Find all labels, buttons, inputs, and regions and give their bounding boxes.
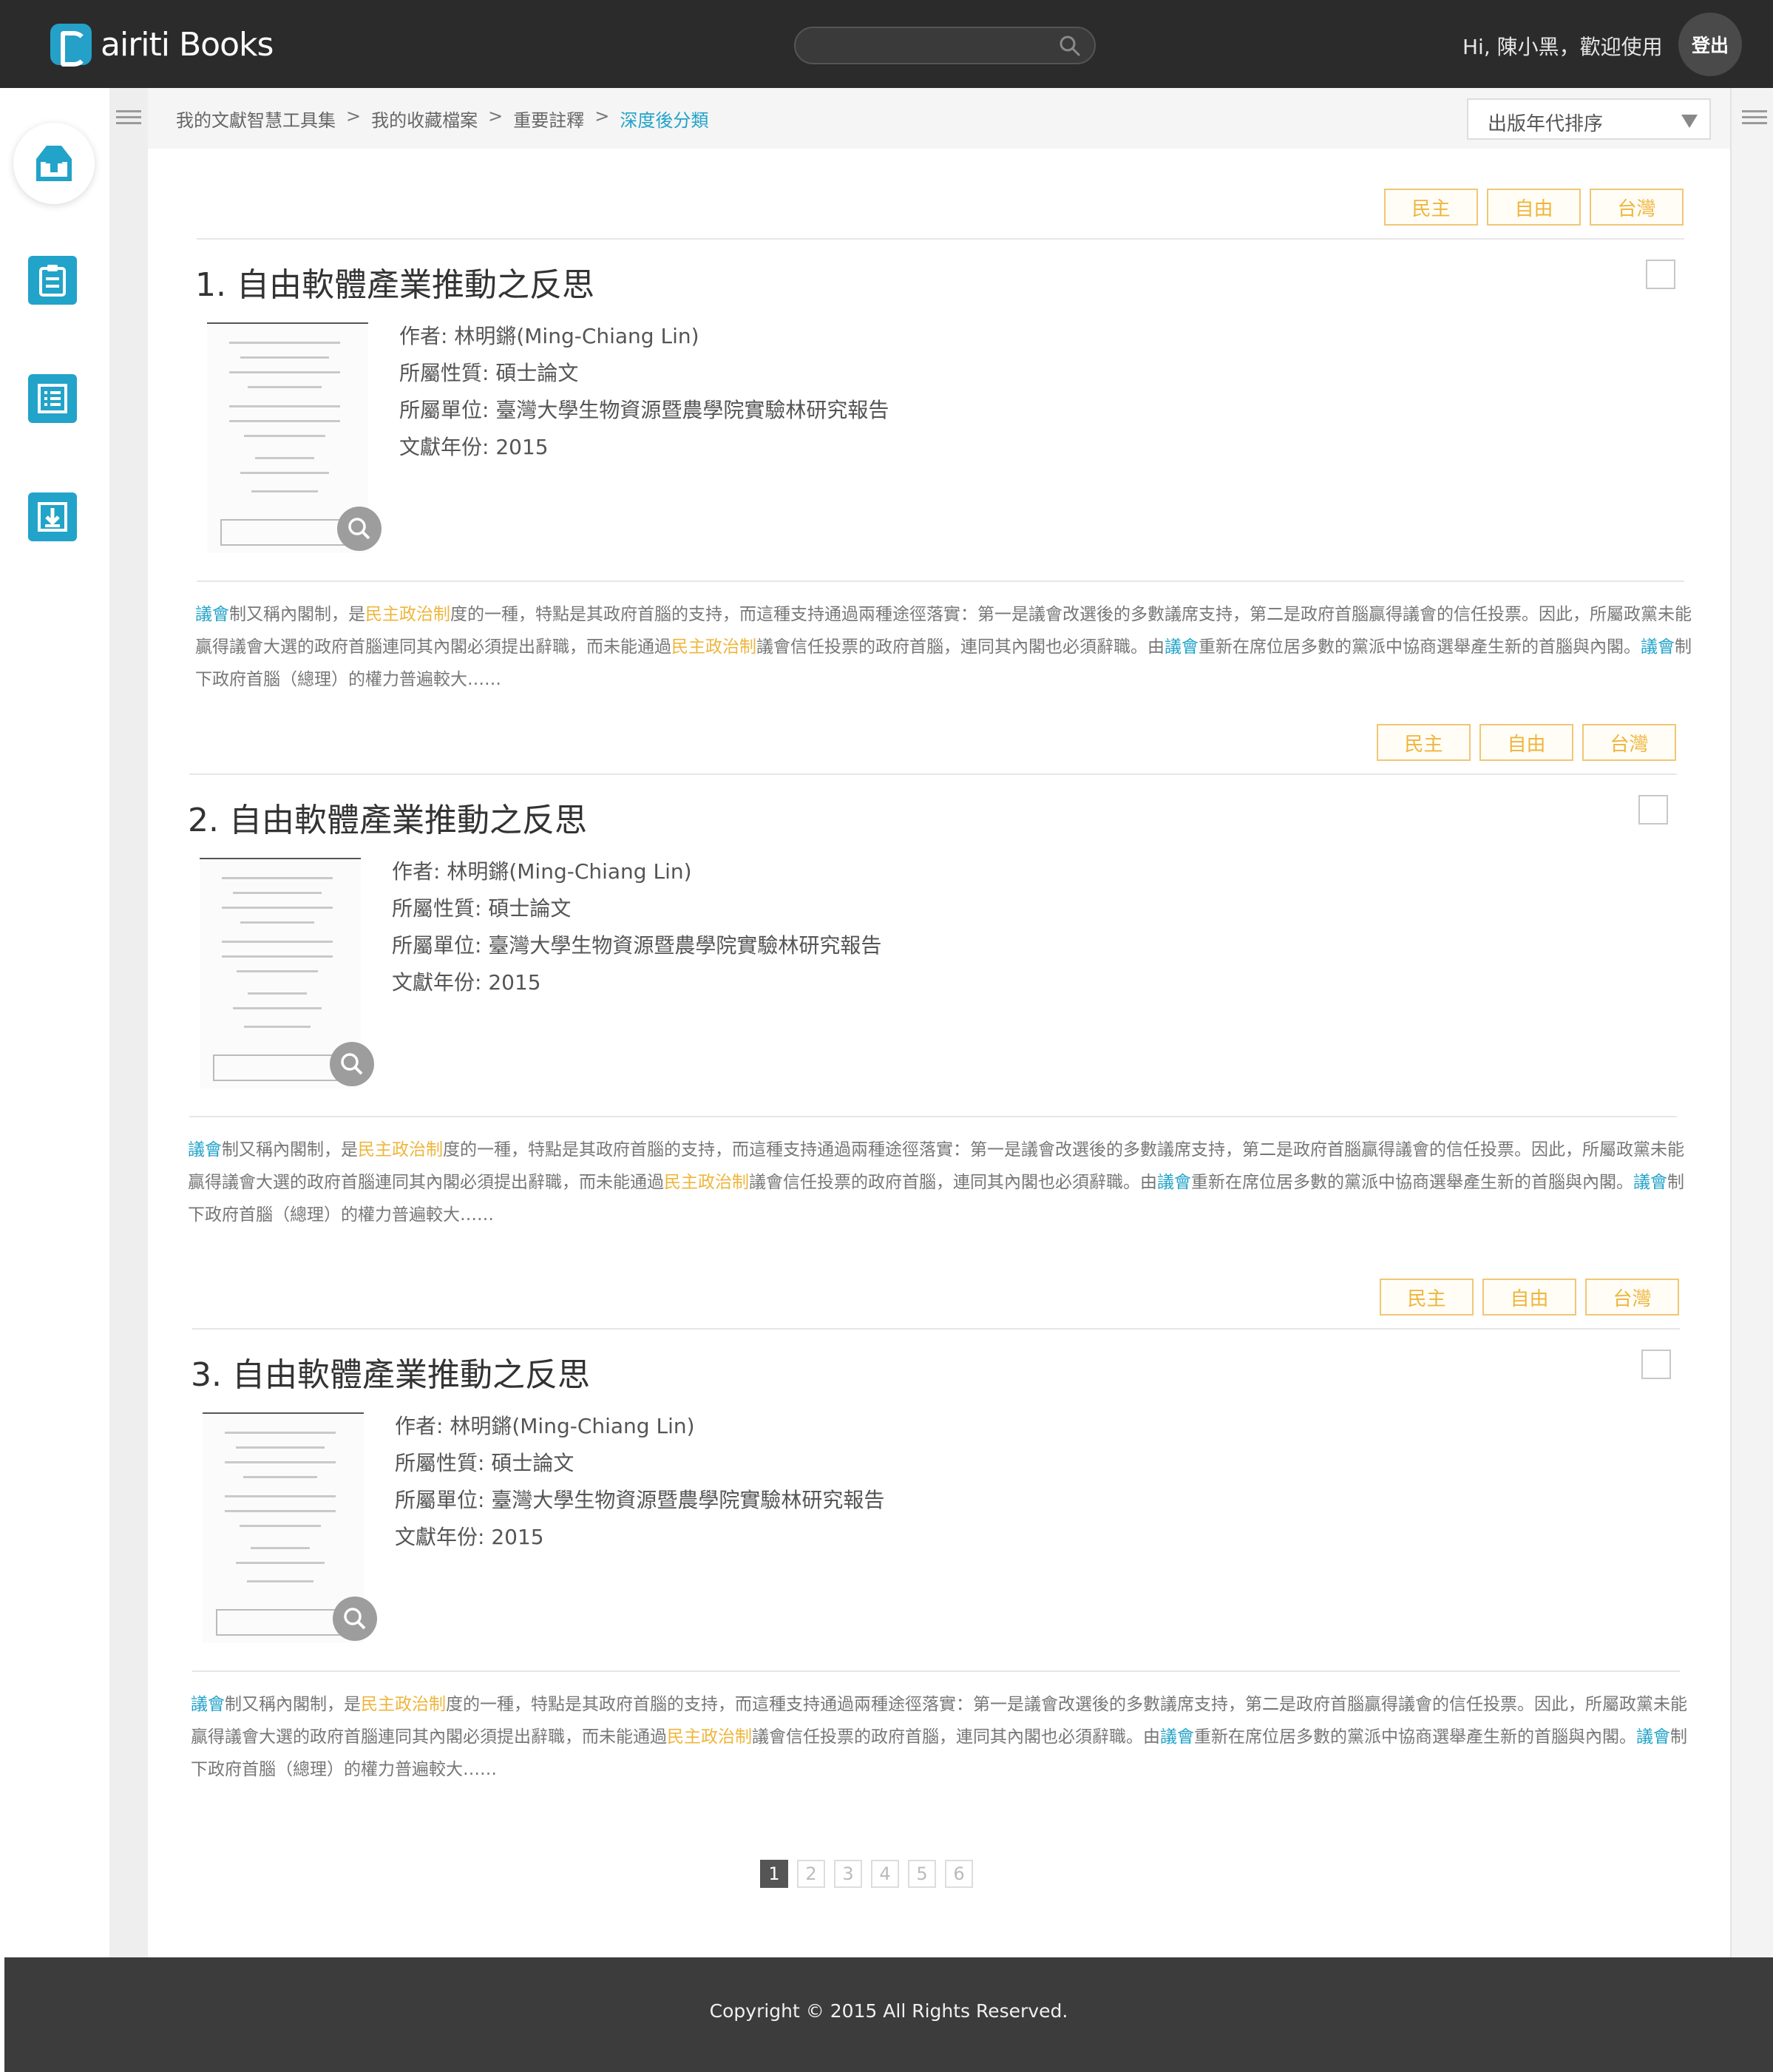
unit-field: 所屬單位: 臺灣大學生物資源暨農學院實驗林研究報告: [395, 1488, 885, 1512]
select-checkbox[interactable]: [1646, 260, 1675, 289]
divider: [192, 1670, 1680, 1672]
tag[interactable]: 自由: [1482, 1279, 1576, 1316]
logo-text: airiti Books: [101, 25, 274, 64]
search-icon[interactable]: [1059, 35, 1081, 57]
left-sidebar: [0, 88, 109, 1957]
user-greeting: Hi, 陳小黑，歡迎使用: [1462, 35, 1663, 59]
result-card: 民主 自由 台灣 3. 自由軟體產業推動之反思 作者: 林明鏘(Ming-Chi…: [148, 149, 1687, 1812]
left-sidebar-strip: [109, 88, 148, 1957]
zoom-preview-button[interactable]: [333, 1597, 377, 1641]
sort-selected-value: 出版年代排序: [1488, 113, 1604, 135]
breadcrumb-separator: >: [594, 106, 610, 126]
page-button[interactable]: 5: [908, 1860, 936, 1888]
breadcrumb-item[interactable]: 重要註釋: [513, 106, 584, 132]
divider: [192, 1328, 1680, 1330]
breadcrumb-current: 深度後分類: [620, 110, 709, 131]
breadcrumb-bar: 我的文獻智慧工具集 > 我的收藏檔案 > 重要註釋 > 深度後分類 出版年代排序: [148, 88, 1730, 149]
right-menu-toggle-icon[interactable]: [1742, 110, 1767, 126]
nav-clipboard-button[interactable]: [28, 256, 77, 305]
download-icon: [38, 502, 67, 532]
caret-down-icon: [1681, 115, 1698, 128]
breadcrumb-item[interactable]: 我的收藏檔案: [371, 106, 478, 132]
page-button[interactable]: 4: [871, 1860, 899, 1888]
nav-home-button[interactable]: [13, 123, 95, 204]
tag[interactable]: 台灣: [1585, 1279, 1679, 1316]
page-button[interactable]: 2: [797, 1860, 825, 1888]
copyright-text: Copyright © 2015 All Rights Reserved.: [709, 2000, 1068, 2022]
result-title[interactable]: 3. 自由軟體產業推動之反思: [191, 1348, 590, 1395]
nav-download-button[interactable]: [28, 492, 77, 541]
right-sidebar: [1730, 88, 1773, 1957]
sort-select[interactable]: 出版年代排序: [1467, 98, 1711, 140]
page-button[interactable]: 3: [834, 1860, 862, 1888]
clipboard-icon: [39, 265, 66, 297]
nav-list-button[interactable]: [28, 374, 77, 423]
pagination: 1 2 3 4 5 6: [760, 1860, 973, 1888]
tag[interactable]: 民主: [1380, 1279, 1474, 1316]
breadcrumb: 我的文獻智慧工具集 > 我的收藏檔案 > 重要註釋 > 深度後分類: [176, 106, 708, 132]
select-checkbox[interactable]: [1641, 1350, 1671, 1379]
breadcrumb-separator: >: [346, 106, 362, 126]
result-metadata: 作者: 林明鏘(Ming-Chiang Lin) 所屬性質: 碩士論文 所屬單位…: [395, 1408, 884, 1556]
page-button[interactable]: 6: [945, 1860, 973, 1888]
year-field: 文獻年份: 2015: [395, 1525, 544, 1549]
logout-button[interactable]: 登出: [1678, 13, 1742, 76]
breadcrumb-item[interactable]: 我的文獻智慧工具集: [176, 106, 336, 132]
footer: Copyright © 2015 All Rights Reserved.: [4, 1957, 1773, 2072]
left-menu-toggle-icon[interactable]: [116, 110, 141, 126]
logo[interactable]: airiti Books: [50, 22, 274, 67]
breadcrumb-separator: >: [488, 106, 504, 126]
top-bar: airiti Books Hi, 陳小黑，歡迎使用 登出: [0, 0, 1773, 88]
result-abstract: 議會制又稱內閣制，是民主政治制度的一種，特點是其政府首腦的支持，而這種支持通過兩…: [191, 1695, 1687, 1779]
results-panel: 民主 自由 台灣 1. 自由軟體產業推動之反思 作者: 林明鏘(Ming-Chi…: [148, 149, 1730, 1957]
magnifier-icon: [344, 1608, 366, 1630]
tag-list: 民主 自由 台灣: [1380, 1279, 1679, 1316]
inbox-upload-icon: [36, 146, 72, 181]
search-input[interactable]: [794, 27, 1096, 64]
list-icon: [38, 384, 67, 413]
author-field: 作者: 林明鏘(Ming-Chiang Lin): [395, 1414, 695, 1438]
page-button-current[interactable]: 1: [760, 1860, 788, 1888]
select-checkbox[interactable]: [1638, 795, 1668, 825]
airiti-logo-icon: [50, 24, 92, 67]
type-field: 所屬性質: 碩士論文: [395, 1451, 574, 1475]
